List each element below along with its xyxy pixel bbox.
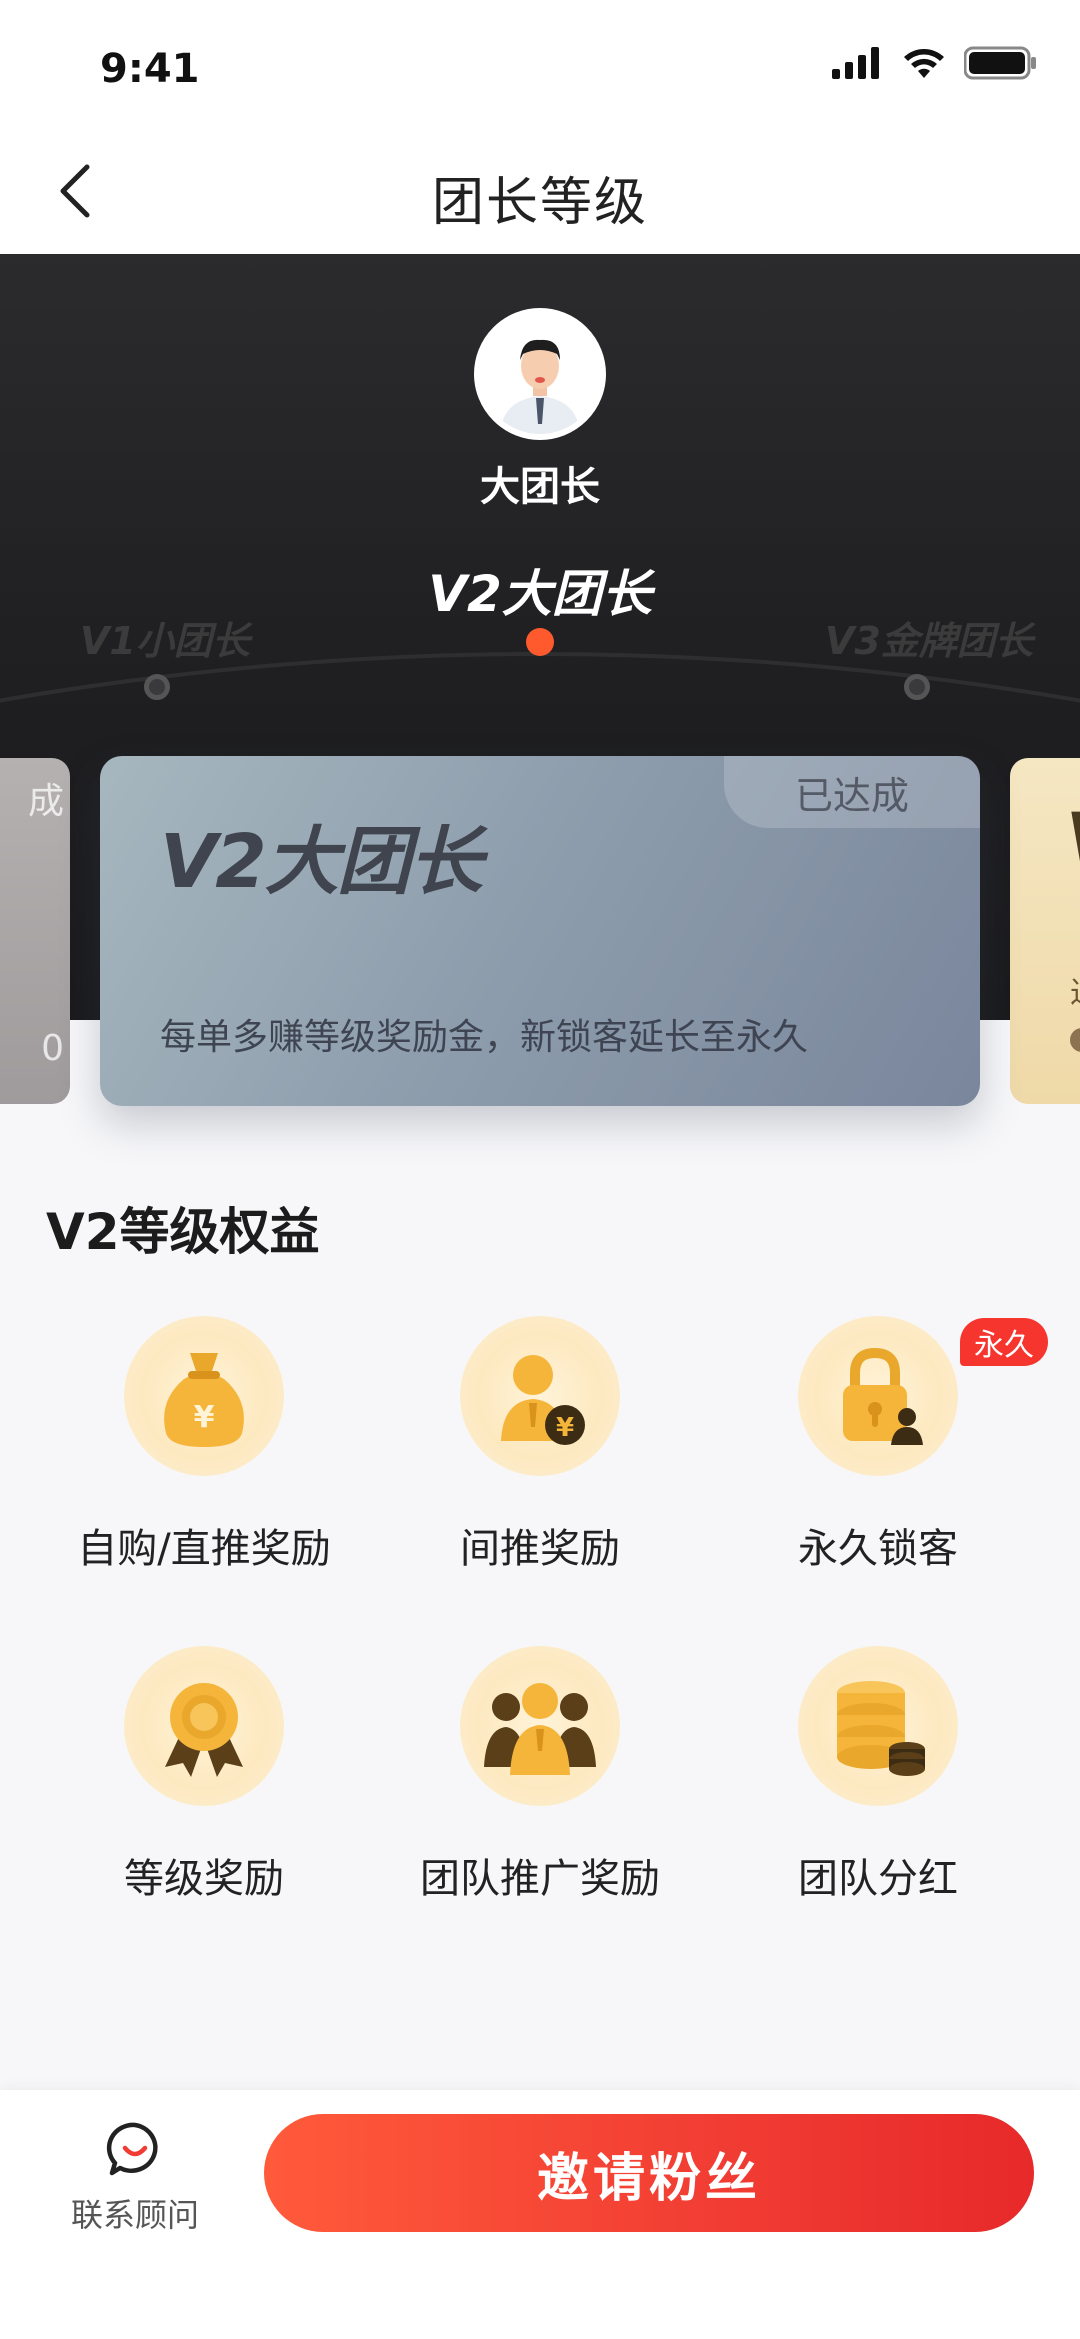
svg-text:¥: ¥: [194, 1400, 215, 1435]
benefit-icon-circle: ¥: [124, 1316, 284, 1476]
level-card-next[interactable]: V 过: [1010, 758, 1080, 1104]
bottom-action-bar: 联系顾问 邀请粉丝: [0, 2090, 1080, 2339]
coin-stack-icon: [837, 1681, 925, 1776]
nav-bar: 团长等级: [0, 130, 1080, 254]
avatar-name: 大团长: [480, 464, 600, 510]
peek-left-num: 0: [41, 1028, 64, 1069]
svg-text:¥: ¥: [556, 1413, 574, 1443]
benefit-team-promotion[interactable]: 团队推广奖励: [370, 1646, 710, 1926]
card-title: V2大团长: [160, 819, 483, 905]
level-dot-current: [526, 628, 554, 656]
status-icons: [832, 46, 1038, 80]
medal-icon: [165, 1683, 243, 1777]
signal-icon: [832, 47, 879, 79]
contact-advisor-button[interactable]: 联系顾问: [50, 2120, 220, 2236]
money-bag-icon: ¥: [164, 1353, 244, 1447]
lock-person-icon: [843, 1347, 923, 1445]
avatar[interactable]: [474, 308, 606, 440]
benefit-label: 等级奖励: [124, 1856, 284, 1902]
level-dot-next[interactable]: [904, 674, 930, 700]
card-description: 每单多赚等级奖励金，新锁客延长至永久: [160, 1017, 809, 1058]
status-bar: 9:41: [0, 0, 1080, 130]
contact-advisor-label: 联系顾问: [70, 2196, 199, 2234]
benefit-icon-circle: [124, 1646, 284, 1806]
benefit-icon-circle: [798, 1646, 958, 1806]
page-title: 团长等级: [431, 173, 648, 233]
benefit-team-dividend[interactable]: 团队分红: [708, 1646, 1048, 1926]
person-coin-icon: ¥: [501, 1355, 585, 1445]
benefit-label: 永久锁客: [798, 1526, 958, 1572]
benefit-indirect[interactable]: ¥ 间推奖励: [370, 1316, 710, 1596]
invite-fans-button[interactable]: 邀请粉丝: [264, 2114, 1034, 2232]
status-badge: 已达成: [724, 756, 980, 828]
benefit-permanent-lock[interactable]: 永久 永久锁客: [708, 1316, 1048, 1596]
wifi-icon: [904, 49, 944, 78]
benefit-label: 团队分红: [798, 1856, 958, 1902]
level-dot-prev[interactable]: [144, 674, 170, 700]
peek-left-char: 成: [27, 781, 64, 822]
benefit-icon-circle: [460, 1646, 620, 1806]
benefit-label: 自购/直推奖励: [77, 1526, 331, 1572]
permanent-tag: 永久: [960, 1318, 1048, 1366]
level-card-current[interactable]: 已达成 V2大团长 每单多赚等级奖励金，新锁客延长至永久: [100, 756, 980, 1106]
benefit-icon-circle: ¥: [460, 1316, 620, 1476]
benefit-label: 团队推广奖励: [420, 1856, 660, 1902]
level-card-prev[interactable]: 成 0: [0, 758, 70, 1104]
peek-right-dot: [1070, 1028, 1080, 1052]
benefit-icon-circle: [798, 1316, 958, 1476]
benefits-title: V2等级权益: [46, 1203, 320, 1261]
level-next-label[interactable]: V3金牌团长: [825, 610, 1033, 665]
benefit-label: 间推奖励: [460, 1526, 620, 1572]
user-avatar-icon: [480, 314, 600, 434]
peek-right-v: V: [1066, 798, 1080, 880]
status-time: 9:41: [100, 46, 200, 92]
team-icon: [484, 1683, 596, 1775]
benefit-self-purchase[interactable]: ¥ 自购/直推奖励: [34, 1316, 374, 1596]
benefit-level-reward[interactable]: 等级奖励: [34, 1646, 374, 1926]
battery-icon: [964, 46, 1036, 80]
chat-bubble-icon: [106, 2122, 158, 2176]
peek-right-text: 过: [1070, 968, 1080, 1012]
